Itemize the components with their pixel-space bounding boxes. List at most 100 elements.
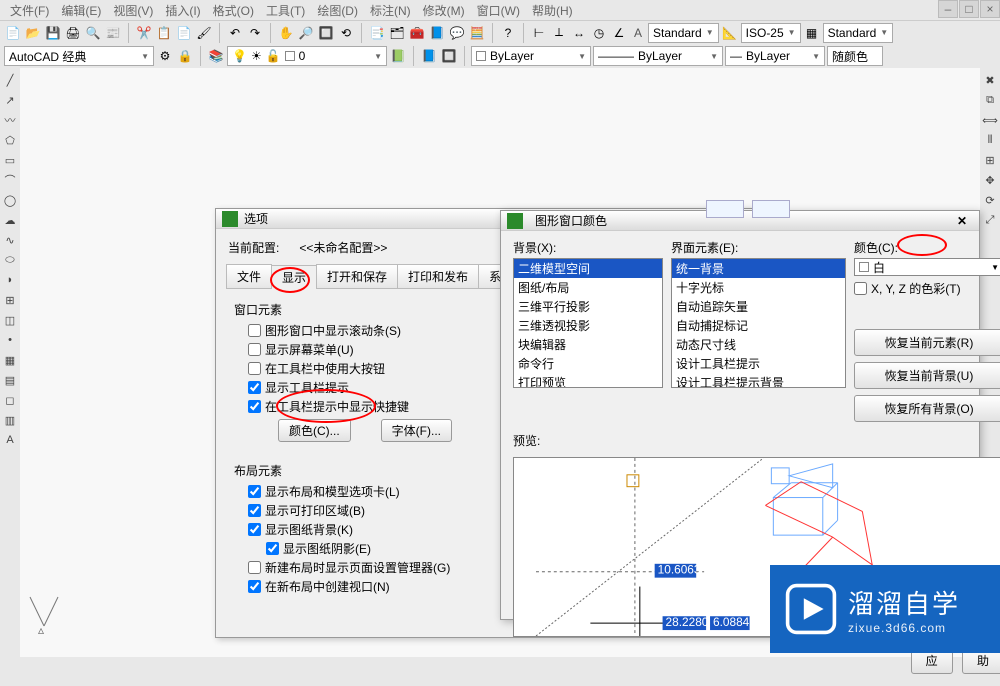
- menu-draw[interactable]: 绘图(D): [311, 0, 364, 21]
- new-icon[interactable]: 📄: [4, 24, 22, 42]
- dim-icon[interactable]: ⊢: [530, 24, 548, 42]
- mtext-icon[interactable]: A: [2, 432, 18, 448]
- table-icon[interactable]: ▥: [2, 412, 18, 428]
- open-icon[interactable]: 📂: [24, 24, 42, 42]
- tblstyle-dropdown[interactable]: Standard▼: [823, 23, 894, 43]
- laymatch-icon[interactable]: 📗: [389, 47, 407, 65]
- layermgr-icon[interactable]: 📚: [207, 47, 225, 65]
- list-item[interactable]: 动态尺寸线: [672, 335, 845, 354]
- calc-icon[interactable]: 🧮: [468, 24, 486, 42]
- menu-file[interactable]: 文件(F): [4, 0, 55, 21]
- cut-icon[interactable]: ✂️: [135, 24, 153, 42]
- floating-palette[interactable]: [752, 200, 790, 218]
- paper-bg-checkbox[interactable]: [248, 523, 261, 536]
- list-item[interactable]: 三维透视投影: [514, 316, 662, 335]
- rotate-icon[interactable]: ⟳: [982, 192, 998, 208]
- pagesetup-checkbox[interactable]: [248, 561, 261, 574]
- point-icon[interactable]: •: [2, 332, 18, 348]
- ssm-icon[interactable]: 📘: [428, 24, 446, 42]
- hatch-icon[interactable]: ▦: [2, 352, 18, 368]
- print-icon[interactable]: 🖨: [64, 24, 82, 42]
- list-item[interactable]: 块编辑器: [514, 335, 662, 354]
- match-icon[interactable]: 🖌: [195, 24, 213, 42]
- printable-area-checkbox[interactable]: [248, 504, 261, 517]
- fonts-button[interactable]: 字体(F)...: [381, 419, 452, 442]
- list-item[interactable]: 命令行: [514, 354, 662, 373]
- insert-icon[interactable]: ⊞: [2, 292, 18, 308]
- ellipsearc-icon[interactable]: ◗: [2, 272, 18, 288]
- list-item[interactable]: 打印预览: [514, 373, 662, 388]
- restore-current-bg-button[interactable]: 恢复当前背景(U): [854, 362, 1000, 389]
- move-icon[interactable]: ✥: [982, 172, 998, 188]
- scale-icon[interactable]: ⤢: [982, 212, 998, 228]
- dim2-icon[interactable]: ⟂: [550, 24, 568, 42]
- array-icon[interactable]: ⊞: [982, 152, 998, 168]
- workspace-dropdown[interactable]: AutoCAD 经典▼: [4, 46, 154, 66]
- textstyle-dropdown[interactable]: Standard▼: [648, 23, 719, 43]
- menu-dim[interactable]: 标注(N): [364, 0, 417, 21]
- layer-dropdown[interactable]: 💡 ☀ 🔓 0▼: [227, 46, 387, 66]
- color-select[interactable]: 白▼: [854, 258, 1000, 276]
- tooltips-checkbox[interactable]: [248, 381, 261, 394]
- layiso-icon[interactable]: 🔲: [440, 47, 458, 65]
- arc-icon[interactable]: ⌒: [2, 172, 18, 188]
- menu-format[interactable]: 格式(O): [207, 0, 260, 21]
- list-item[interactable]: 三维平行投影: [514, 297, 662, 316]
- paste-icon[interactable]: 📄: [175, 24, 193, 42]
- plotstyle-dropdown[interactable]: 随颜色: [827, 46, 883, 66]
- line-icon[interactable]: ╱: [2, 72, 18, 88]
- polygon-icon[interactable]: ⬠: [2, 132, 18, 148]
- undo-icon[interactable]: ↶: [226, 24, 244, 42]
- restore-all-bg-button[interactable]: 恢复所有背景(O): [854, 395, 1000, 422]
- copy-icon[interactable]: 📋: [155, 24, 173, 42]
- dc-icon[interactable]: 🗂: [388, 24, 406, 42]
- viewport-checkbox[interactable]: [248, 580, 261, 593]
- menu-view[interactable]: 视图(V): [107, 0, 159, 21]
- large-buttons-checkbox[interactable]: [248, 362, 261, 375]
- markup-icon[interactable]: 💬: [448, 24, 466, 42]
- region-icon[interactable]: ◻: [2, 392, 18, 408]
- dim3-icon[interactable]: ↔: [570, 24, 588, 42]
- zoom-icon[interactable]: 🔎: [297, 24, 315, 42]
- dimstyle-icon[interactable]: 📐: [721, 24, 739, 42]
- help-icon[interactable]: ?: [499, 24, 517, 42]
- mirror-icon[interactable]: ⟺: [982, 112, 998, 128]
- list-item[interactable]: 图纸/布局: [514, 278, 662, 297]
- dim5-icon[interactable]: ∠: [610, 24, 628, 42]
- publish-icon[interactable]: 📰: [104, 24, 122, 42]
- menu-tools[interactable]: 工具(T): [260, 0, 311, 21]
- gradient-icon[interactable]: ▤: [2, 372, 18, 388]
- redo-icon[interactable]: ↷: [246, 24, 264, 42]
- erase-icon[interactable]: ✖: [982, 72, 998, 88]
- ws-settings-icon[interactable]: ⚙: [156, 47, 174, 65]
- xline-icon[interactable]: ↗: [2, 92, 18, 108]
- dimstyle-dropdown[interactable]: ISO-25▼: [741, 23, 801, 43]
- zoomwin-icon[interactable]: 🔲: [317, 24, 335, 42]
- list-item[interactable]: 设计工具栏提示背景: [672, 373, 845, 388]
- revcloud-icon[interactable]: ☁: [2, 212, 18, 228]
- window-close[interactable]: ×: [980, 0, 1000, 18]
- rect-icon[interactable]: ▭: [2, 152, 18, 168]
- menu-edit[interactable]: 编辑(E): [55, 0, 107, 21]
- element-listbox[interactable]: 统一背景 十字光标 自动追踪矢量 自动捕捉标记 动态尺寸线 设计工具栏提示 设计…: [671, 258, 846, 388]
- style-icon[interactable]: A: [630, 26, 646, 40]
- save-icon[interactable]: 💾: [44, 24, 62, 42]
- props-icon[interactable]: 📑: [368, 24, 386, 42]
- list-item[interactable]: 自动追踪矢量: [672, 297, 845, 316]
- floating-palette[interactable]: [706, 200, 744, 218]
- colors-button[interactable]: 颜色(C)...: [278, 419, 351, 442]
- zoomprev-icon[interactable]: ⟲: [337, 24, 355, 42]
- pline-icon[interactable]: 〰: [2, 112, 18, 128]
- list-item[interactable]: 自动捕捉标记: [672, 316, 845, 335]
- restore-current-elem-button[interactable]: 恢复当前元素(R): [854, 329, 1000, 356]
- window-max[interactable]: □: [959, 0, 979, 18]
- menu-help[interactable]: 帮助(H): [526, 0, 579, 21]
- menu-modify[interactable]: 修改(M): [417, 0, 471, 21]
- screenmenu-checkbox[interactable]: [248, 343, 261, 356]
- window-min[interactable]: –: [938, 0, 958, 18]
- linetype-dropdown[interactable]: ———ByLayer▼: [593, 46, 723, 66]
- paper-shadow-checkbox[interactable]: [266, 542, 279, 555]
- list-item[interactable]: 十字光标: [672, 278, 845, 297]
- tab-display[interactable]: 显示: [271, 265, 317, 289]
- copy-obj-icon[interactable]: ⧉: [982, 92, 998, 108]
